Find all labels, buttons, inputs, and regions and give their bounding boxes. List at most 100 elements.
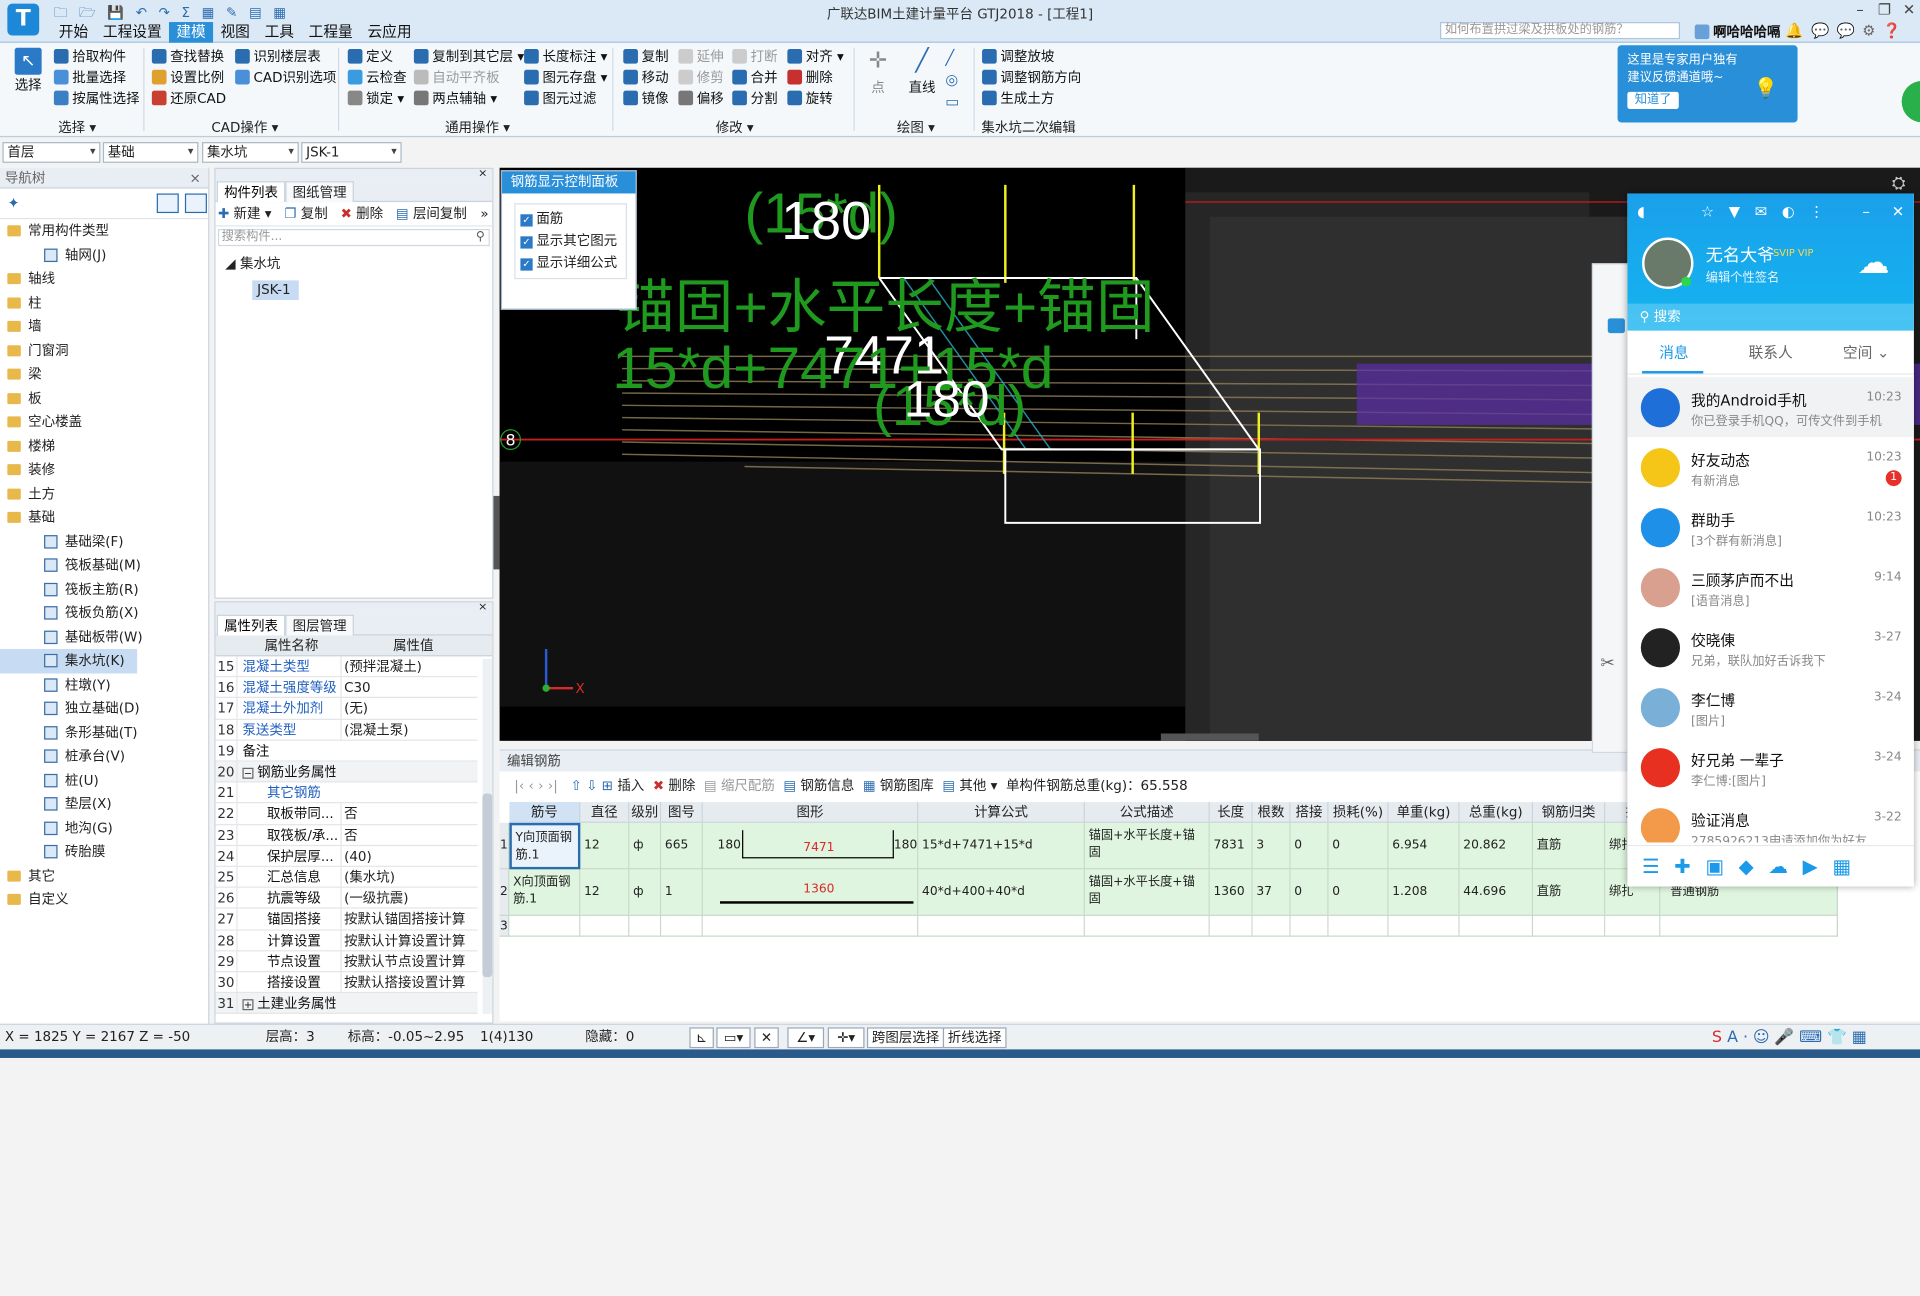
other-button[interactable]: ▤ 其他 ▾ — [942, 778, 997, 794]
table-cell[interactable] — [1209, 915, 1253, 937]
close-icon[interactable]: ✕ — [1898, 1, 1920, 21]
signature[interactable]: 编辑个性签名 — [1706, 267, 1779, 285]
table-cell[interactable]: 3 — [1252, 822, 1291, 870]
table-cell[interactable]: 40*d+400+40*d — [918, 869, 1085, 916]
property-row[interactable]: 17 混凝土外加剂 (无) — [215, 698, 478, 720]
column-header[interactable]: 级别 — [629, 802, 662, 823]
nav-item[interactable]: 门窗洞 — [0, 339, 208, 363]
length-dimension-button[interactable]: 长度标注 ▾ — [524, 47, 607, 68]
table-cell[interactable] — [580, 915, 630, 937]
move-button[interactable]: 移动 — [623, 67, 669, 88]
menu-tools[interactable]: 工具 — [257, 22, 301, 43]
property-row[interactable]: 22 取板带同... 否 — [215, 803, 478, 825]
close-icon[interactable]: × — [215, 602, 493, 615]
tab-component-list[interactable]: 构件列表 — [216, 181, 286, 203]
qq-message-item[interactable]: 我的Android手机 你已登录手机QQ，可传文件到手机 10:23 — [1627, 377, 1914, 438]
minimize-icon[interactable]: – — [1849, 1, 1871, 21]
property-value[interactable]: (一级抗震) — [340, 887, 477, 909]
nav-item[interactable]: 装修 — [0, 458, 208, 482]
nav-item[interactable]: 轴线 — [0, 267, 208, 291]
restore-cad-button[interactable]: 还原CAD — [151, 88, 226, 109]
table-cell[interactable]: Y向顶面钢筋.1 — [509, 822, 581, 870]
table-cell[interactable]: ф — [629, 869, 662, 916]
component-combo[interactable]: JSK-1 — [301, 142, 402, 163]
menu-cloud[interactable]: 云应用 — [360, 22, 419, 43]
property-row[interactable]: 18 泵送类型 (混凝土泵) — [215, 719, 478, 741]
property-row[interactable]: 27 锚固搭接 按默认锚固搭接计算 — [215, 909, 478, 931]
property-row[interactable]: 25 汇总信息 (集水坑) — [215, 866, 478, 888]
delete-button[interactable]: 删除 — [787, 67, 843, 88]
column-header[interactable]: 根数 — [1252, 802, 1291, 823]
nav-item[interactable]: 其它 — [0, 864, 208, 888]
offset-button[interactable]: 偏移 — [678, 88, 724, 109]
nav-item[interactable]: 常用构件类型 — [0, 219, 208, 243]
polyline-select-button[interactable]: 折线选择 — [942, 1027, 1007, 1049]
category-combo[interactable]: 基础 — [102, 142, 199, 163]
table-cell[interactable]: 37 — [1252, 869, 1291, 916]
new-icon[interactable]: ✦ — [7, 195, 19, 212]
tab-contacts[interactable]: 联系人 — [1749, 331, 1793, 375]
trim-button[interactable]: 修剪 — [678, 67, 724, 88]
align-button[interactable]: 对齐 ▾ — [787, 47, 844, 68]
qq-message-item[interactable]: 好兄弟 一辈子 李仁博:[图片] 3-24 — [1627, 737, 1914, 797]
close-icon[interactable]: × — [190, 168, 201, 189]
nav-item[interactable]: 楼梯 — [0, 434, 208, 458]
break-button[interactable]: 打断 — [732, 47, 778, 68]
copy-button[interactable]: ❐ 复制 — [284, 206, 327, 222]
column-header[interactable]: 图号 — [661, 802, 703, 823]
qq-minimize-icon[interactable]: – — [1862, 203, 1869, 220]
column-header[interactable]: 计算公式 — [918, 802, 1085, 823]
grid-view-icon[interactable] — [184, 193, 207, 214]
property-value[interactable]: (40) — [340, 845, 477, 867]
qq-close-icon[interactable]: ✕ — [1892, 203, 1904, 220]
nav-item[interactable]: 条形基础(T) — [0, 721, 208, 745]
new-button[interactable]: ✚ 新建 ▾ — [218, 206, 272, 222]
adjust-rebar-direction-button[interactable]: 调整钢筋方向 — [982, 67, 1081, 88]
table-cell[interactable]: 12 — [580, 822, 630, 870]
nav-item[interactable]: 基础梁(F) — [0, 530, 208, 554]
rebar-info-button[interactable]: ▤ 钢筋信息 — [783, 778, 854, 794]
qq-message-item[interactable]: 好友动态 有新消息 10:23 1 — [1627, 437, 1914, 497]
delete-row-button[interactable]: ✖ 删除 — [653, 778, 696, 794]
delete-button[interactable]: ✖ 删除 — [341, 206, 384, 222]
qq-message-item[interactable]: 李仁博 [图片] 3-24 — [1627, 677, 1914, 737]
component-search-input[interactable]: 搜索构件... ⚲ — [217, 228, 490, 247]
group-common-label[interactable]: 通用操作 ▾ — [429, 118, 527, 138]
ortho-toggle[interactable]: ⊾ — [689, 1027, 714, 1049]
table-cell[interactable]: 180 180 7471 — [702, 822, 919, 870]
property-row[interactable]: 15 混凝土类型 (预拌混凝土) — [215, 656, 478, 678]
group-draw-label[interactable]: 绘图 ▾ — [879, 118, 952, 138]
component-type-combo[interactable]: 集水坑 — [202, 142, 299, 163]
select-by-attr-button[interactable]: 按属性选择 — [53, 88, 140, 109]
draw-shape-icons[interactable]: ╱ ◎ ▭ — [945, 47, 959, 113]
splitter-handle[interactable] — [493, 495, 500, 570]
table-cell[interactable]: 0 — [1290, 822, 1329, 870]
table-cell[interactable]: X向顶面钢筋.1 — [509, 869, 581, 916]
table-cell[interactable] — [1459, 915, 1534, 937]
table-cell[interactable]: 1360 — [1209, 869, 1253, 916]
table-cell[interactable]: 直筋 — [1533, 869, 1606, 916]
user-name[interactable]: 啊哈哈哈嗝 — [1694, 22, 1780, 42]
column-header[interactable]: 钢筋归类 — [1533, 802, 1606, 823]
select-button[interactable]: ↖ 选择 — [10, 47, 47, 96]
table-cell[interactable] — [1388, 915, 1460, 937]
tab-drawing-manage[interactable]: 图纸管理 — [285, 181, 354, 203]
extend-button[interactable]: 延伸 — [678, 47, 724, 68]
angle-toggle[interactable]: ∠▾ — [787, 1027, 825, 1049]
group-modify-label[interactable]: 修改 ▾ — [698, 118, 771, 138]
nav-item[interactable]: 轴网(J) — [0, 243, 208, 267]
tab-properties[interactable]: 属性列表 — [216, 614, 286, 636]
table-cell[interactable] — [702, 915, 919, 937]
nav-item[interactable]: 空心楼盖 — [0, 410, 208, 434]
property-row[interactable]: 23 取筏板/承... 否 — [215, 824, 478, 846]
table-cell[interactable]: 44.696 — [1459, 869, 1534, 916]
input-method-toolbar[interactable]: SA·☺🎤⌨👕▦ — [1712, 1026, 1872, 1050]
save-element-button[interactable]: 图元存盘 ▾ — [524, 67, 607, 88]
qq-header-icons[interactable]: ☆▼✉◐⋮ — [1701, 203, 1839, 220]
restore-icon[interactable]: ❐ — [1873, 1, 1895, 21]
menu-quantities[interactable]: 工程量 — [301, 22, 360, 43]
rebar-library-button[interactable]: ▦ 钢筋图库 — [863, 778, 934, 794]
dynamic-input-toggle[interactable]: ✛▾ — [827, 1027, 865, 1049]
qq-bottom-toolbar[interactable]: ☰✚▣◆☁▶▦ — [1627, 844, 1914, 887]
column-header[interactable]: 直径(mm) — [580, 802, 630, 841]
